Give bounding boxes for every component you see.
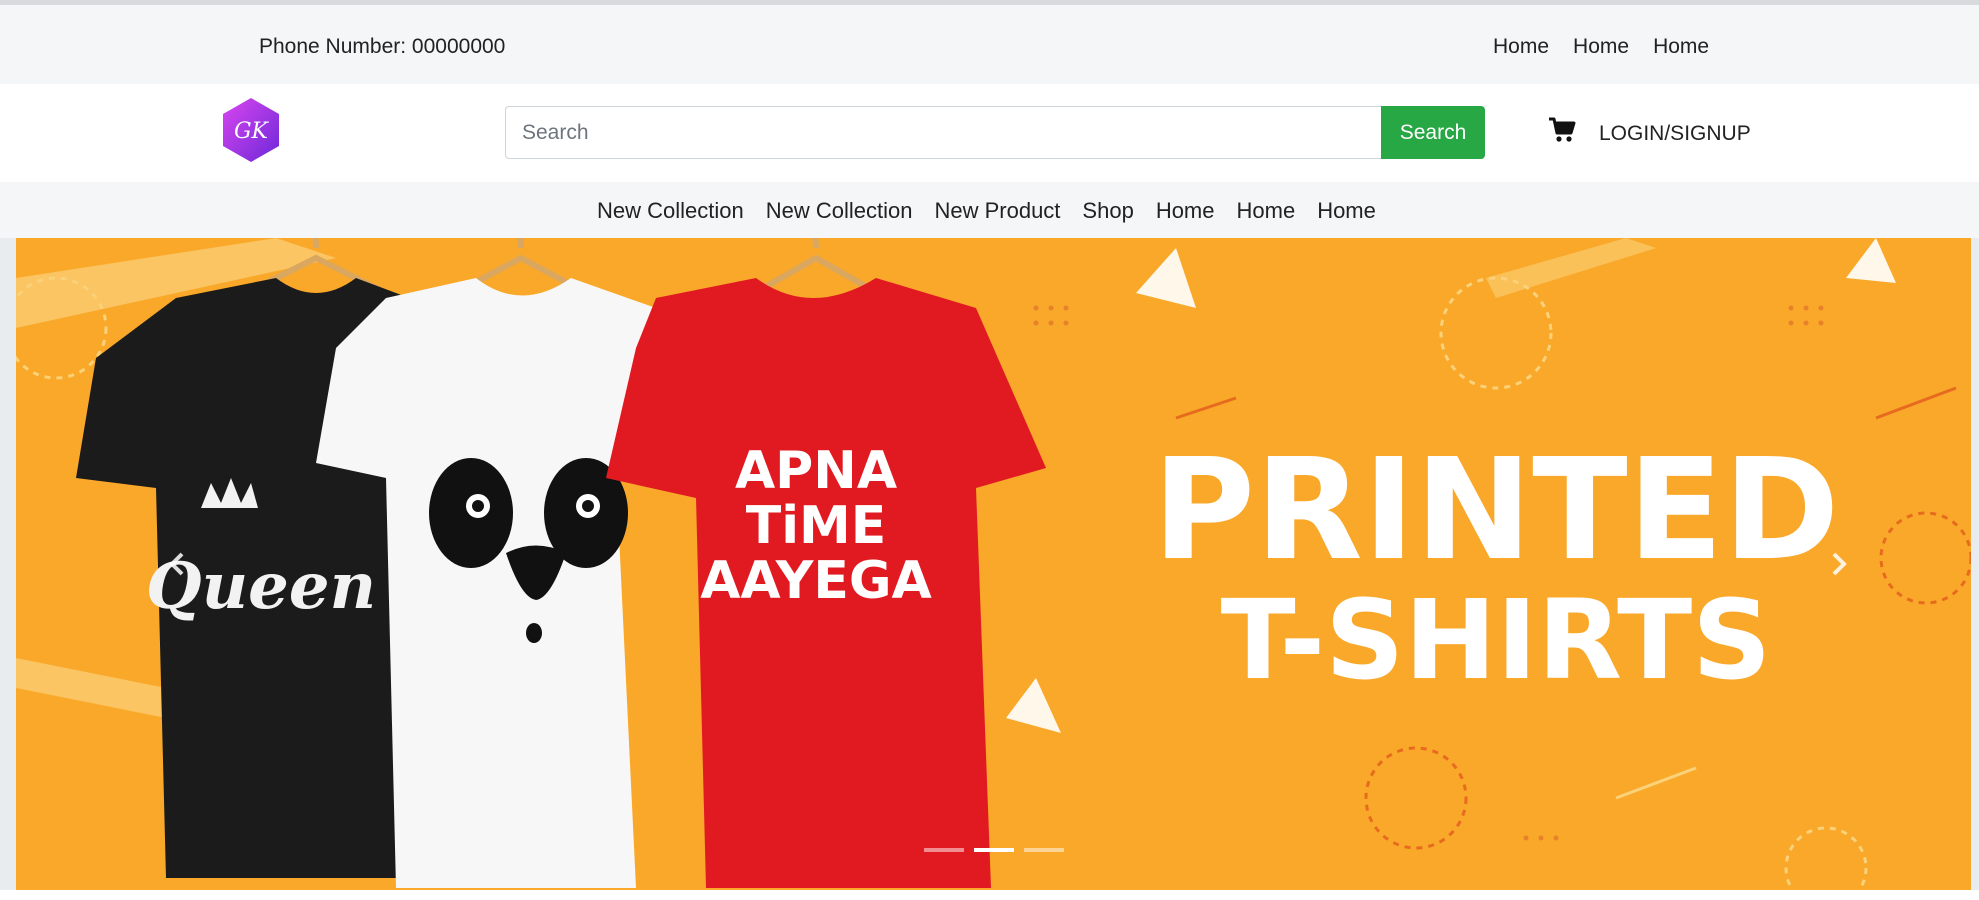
hero-carousel: Queen APNA TiME AAYEGA PRINTED T-SHIRTS bbox=[16, 238, 1971, 890]
search-button[interactable]: Search bbox=[1381, 106, 1485, 159]
logo[interactable]: GK bbox=[220, 96, 282, 164]
banner-subtitle: T-SHIRTS bbox=[1221, 576, 1772, 704]
shirt-red-text-1: APNA bbox=[735, 441, 897, 501]
nav-item-new-collection-2[interactable]: New Collection bbox=[766, 198, 913, 224]
shirt-red-text-2: TiME bbox=[746, 496, 887, 556]
left-gutter bbox=[0, 238, 16, 890]
search-form: Search bbox=[505, 106, 1485, 159]
banner-image: Queen APNA TiME AAYEGA PRINTED T-SHIRTS bbox=[16, 238, 1971, 890]
header: GK Search LOGIN/SIGNUP bbox=[0, 84, 1979, 182]
chevron-left-icon bbox=[169, 552, 184, 576]
bottom-strip bbox=[0, 890, 1979, 900]
banner-title: PRINTED bbox=[1152, 429, 1839, 592]
carousel-next-control[interactable] bbox=[1818, 534, 1858, 594]
nav-item-new-collection-1[interactable]: New Collection bbox=[597, 198, 744, 224]
top-link-home-2[interactable]: Home bbox=[1573, 35, 1629, 59]
shirt-red-text-3: AAYEGA bbox=[700, 551, 932, 611]
top-link-home-1[interactable]: Home bbox=[1493, 35, 1549, 59]
shopping-cart-icon[interactable] bbox=[1548, 116, 1576, 144]
nav-item-new-product[interactable]: New Product bbox=[934, 198, 1060, 224]
nav-item-home-1[interactable]: Home bbox=[1156, 198, 1215, 224]
phone-number: Phone Number: 00000000 bbox=[259, 35, 506, 58]
nav-item-home-3[interactable]: Home bbox=[1317, 198, 1376, 224]
carousel-indicators bbox=[924, 848, 1064, 852]
nav-item-home-2[interactable]: Home bbox=[1237, 198, 1296, 224]
top-bar: Phone Number: 00000000 Home Home Home bbox=[0, 0, 1979, 84]
carousel-indicator-1[interactable] bbox=[924, 848, 964, 852]
carousel-indicator-2[interactable] bbox=[974, 848, 1014, 852]
top-link-home-3[interactable]: Home bbox=[1653, 35, 1709, 59]
carousel-prev-control[interactable] bbox=[158, 534, 198, 594]
carousel-indicator-3[interactable] bbox=[1024, 848, 1064, 852]
login-signup-link[interactable]: LOGIN/SIGNUP bbox=[1599, 122, 1751, 146]
logo-icon: GK bbox=[223, 98, 279, 162]
search-input[interactable] bbox=[505, 106, 1381, 159]
svg-text:GK: GK bbox=[234, 119, 270, 144]
right-gutter bbox=[1971, 238, 1979, 890]
chevron-right-icon bbox=[1832, 552, 1847, 576]
nav-item-shop[interactable]: Shop bbox=[1082, 198, 1133, 224]
main-nav: New Collection New Collection New Produc… bbox=[0, 182, 1979, 238]
top-links: Home Home Home bbox=[1493, 35, 1709, 59]
